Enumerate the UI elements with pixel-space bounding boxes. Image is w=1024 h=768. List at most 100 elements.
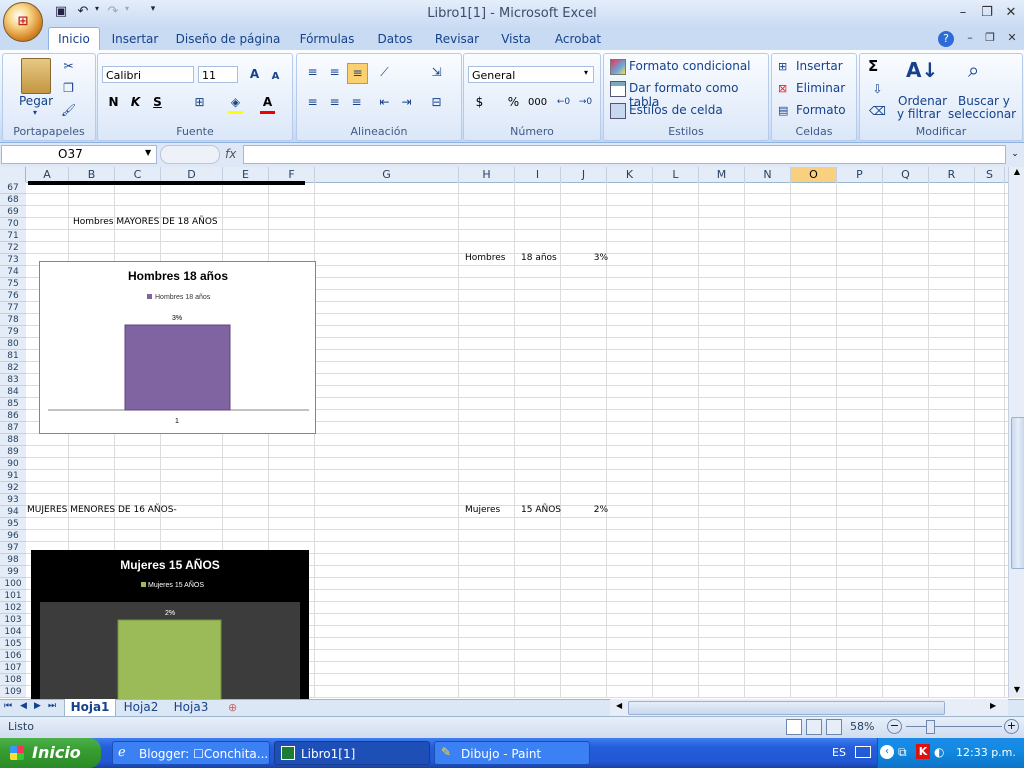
row-header-76[interactable]: 76: [0, 290, 26, 302]
cell-j94[interactable]: 2%: [566, 504, 608, 516]
row-header-105[interactable]: 105: [0, 638, 26, 650]
task-excel[interactable]: Libro1[1]: [274, 741, 430, 765]
bold-button[interactable]: N: [104, 93, 123, 112]
row-header-90[interactable]: 90: [0, 458, 26, 470]
conditional-format-button[interactable]: Formato condicional: [629, 59, 751, 73]
row-header-67[interactable]: 67: [0, 182, 26, 194]
column-header-q[interactable]: Q: [883, 167, 929, 182]
column-header-c[interactable]: C: [115, 167, 161, 182]
row-header-82[interactable]: 82: [0, 362, 26, 374]
expand-formula-bar-icon[interactable]: ⌄: [1008, 145, 1022, 164]
paste-icon[interactable]: [21, 58, 51, 94]
column-header-g[interactable]: G: [315, 167, 459, 182]
name-box[interactable]: O37: [1, 145, 157, 164]
row-header-78[interactable]: 78: [0, 314, 26, 326]
row-header-87[interactable]: 87: [0, 422, 26, 434]
column-header-j[interactable]: J: [561, 167, 607, 182]
help-icon[interactable]: ?: [938, 31, 954, 47]
grow-font-icon[interactable]: A: [245, 65, 264, 84]
office-button[interactable]: ⊞: [3, 2, 43, 42]
merge-center-icon[interactable]: ⊟: [427, 93, 446, 112]
row-header-83[interactable]: 83: [0, 374, 26, 386]
row-header-109[interactable]: 109: [0, 686, 26, 698]
cell-a94[interactable]: MUJERES MENORES DE 16 AÑOS-: [27, 504, 177, 516]
select-all-button[interactable]: [0, 167, 26, 182]
doc-close-icon[interactable]: ✕: [1000, 28, 1024, 48]
zoom-level[interactable]: 58%: [850, 720, 874, 733]
borders-icon[interactable]: ⊞: [190, 93, 209, 112]
scroll-down-icon[interactable]: ▼: [1011, 685, 1023, 697]
number-format-combo[interactable]: General: [468, 66, 594, 83]
zoom-in-icon[interactable]: +: [1004, 719, 1019, 734]
format-painter-icon[interactable]: 🖌: [59, 101, 78, 120]
scroll-right-icon[interactable]: ▶: [990, 701, 996, 710]
align-right-icon[interactable]: ≡: [347, 93, 366, 112]
row-header-70[interactable]: 70: [0, 218, 26, 230]
paste-dropdown-icon[interactable]: ▾: [33, 108, 37, 117]
row-header-103[interactable]: 103: [0, 614, 26, 626]
sort-filter-button[interactable]: Ordenar: [898, 94, 947, 108]
doc-restore-icon[interactable]: ❐: [978, 28, 1002, 48]
row-header-72[interactable]: 72: [0, 242, 26, 254]
cell-i94[interactable]: 15 AÑOS: [521, 504, 561, 516]
column-header-e[interactable]: E: [223, 167, 269, 182]
tab-vista[interactable]: Vista: [494, 28, 538, 50]
fill-color-icon[interactable]: ◈: [226, 93, 245, 112]
column-header-k[interactable]: K: [607, 167, 653, 182]
tab-insertar[interactable]: Insertar: [106, 28, 164, 50]
find-select-button[interactable]: Buscar y: [958, 94, 1010, 108]
orientation-icon[interactable]: ⟋: [375, 63, 394, 82]
cell-j73[interactable]: 3%: [566, 252, 608, 264]
decrease-indent-icon[interactable]: ⇤: [375, 93, 394, 112]
row-header-94[interactable]: 94: [0, 506, 26, 518]
row-header-80[interactable]: 80: [0, 338, 26, 350]
find-select-button-line2[interactable]: seleccionar: [948, 107, 1016, 121]
cut-icon[interactable]: ✂: [59, 57, 78, 76]
column-header-i[interactable]: I: [515, 167, 561, 182]
column-header-l[interactable]: L: [653, 167, 699, 182]
language-indicator[interactable]: ES: [832, 746, 846, 759]
prev-sheet-icon[interactable]: ◀: [20, 701, 27, 711]
row-header-79[interactable]: 79: [0, 326, 26, 338]
formula-bar-expander[interactable]: [160, 145, 220, 164]
row-header-91[interactable]: 91: [0, 470, 26, 482]
row-header-75[interactable]: 75: [0, 278, 26, 290]
close-icon[interactable]: ✕: [999, 3, 1023, 23]
zoom-slider-thumb[interactable]: [926, 720, 935, 734]
tab-revisar[interactable]: Revisar: [430, 28, 484, 50]
row-header-95[interactable]: 95: [0, 518, 26, 530]
scroll-left-icon[interactable]: ◀: [616, 701, 622, 710]
normal-view-icon[interactable]: [786, 719, 802, 735]
increase-decimal-icon[interactable]: ←0: [554, 93, 573, 112]
start-button[interactable]: Inicio: [0, 738, 101, 768]
column-header-f[interactable]: F: [269, 167, 315, 182]
sheet-tab-hoja3[interactable]: Hoja3: [168, 699, 214, 716]
tab-diseno-pagina[interactable]: Diseño de página: [174, 28, 282, 50]
row-header-96[interactable]: 96: [0, 530, 26, 542]
percent-button[interactable]: %: [504, 93, 523, 112]
underline-button[interactable]: S: [148, 93, 167, 112]
font-size-combo[interactable]: 11: [198, 66, 238, 83]
decrease-decimal-icon[interactable]: →0: [576, 93, 595, 112]
delete-cells-button[interactable]: Eliminar: [796, 81, 845, 95]
keyboard-icon[interactable]: [855, 746, 871, 758]
insert-function-icon[interactable]: fx: [225, 147, 236, 161]
row-header-77[interactable]: 77: [0, 302, 26, 314]
row-header-99[interactable]: 99: [0, 566, 26, 578]
row-header-74[interactable]: 74: [0, 266, 26, 278]
scroll-up-icon[interactable]: ▲: [1011, 167, 1023, 179]
chart-mujeres[interactable]: Mujeres 15 AÑOS Mujeres 15 AÑOS 2%: [31, 550, 309, 700]
row-header-104[interactable]: 104: [0, 626, 26, 638]
column-header-o[interactable]: O: [791, 167, 837, 182]
clear-icon[interactable]: ⌫: [868, 102, 887, 121]
name-box-dropdown-icon[interactable]: ▼: [145, 148, 151, 157]
cell-styles-button[interactable]: Estilos de celda: [629, 103, 723, 117]
align-left-icon[interactable]: ≡: [303, 93, 322, 112]
row-header-93[interactable]: 93: [0, 494, 26, 506]
column-header-p[interactable]: P: [837, 167, 883, 182]
row-header-85[interactable]: 85: [0, 398, 26, 410]
page-layout-view-icon[interactable]: [806, 719, 822, 735]
align-top-icon[interactable]: ≡: [303, 63, 322, 82]
volume-icon[interactable]: ◐: [934, 745, 944, 759]
sheet-tab-hoja2[interactable]: Hoja2: [118, 699, 164, 716]
